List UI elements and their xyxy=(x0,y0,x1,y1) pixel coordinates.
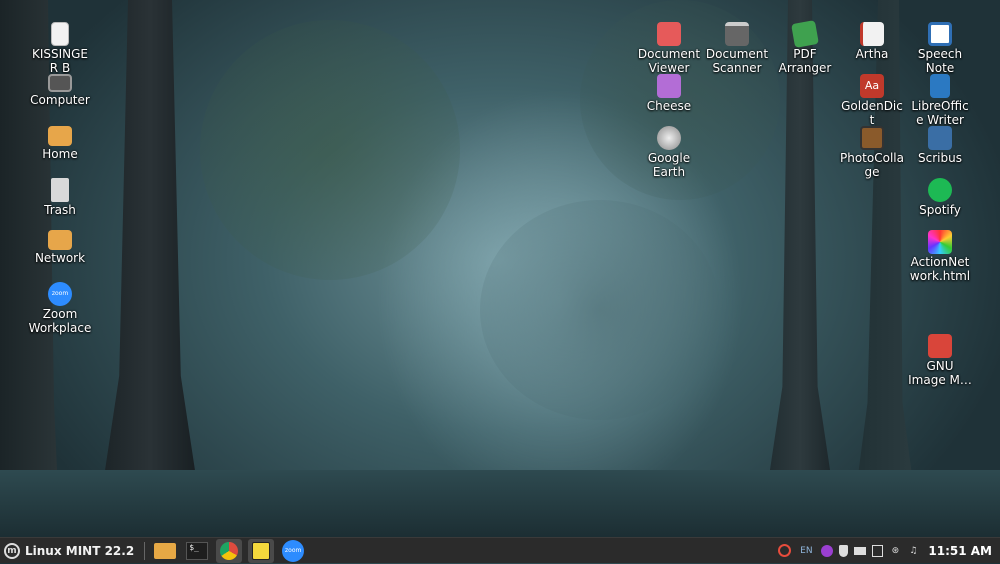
desktop-icon-label: Cheese xyxy=(646,99,692,113)
files-launcher[interactable] xyxy=(152,539,178,563)
document-viewer-icon xyxy=(657,22,681,46)
desktop: KISSINGER B Computer Home Trash Network … xyxy=(0,0,1000,537)
desktop-icon-label: Google Earth xyxy=(647,151,691,179)
desktop-icon-label: GoldenDict xyxy=(841,99,903,127)
desktop-icon-actionnetwork[interactable]: ActionNetwork.html xyxy=(908,230,972,283)
scribus-icon xyxy=(928,126,952,150)
desktop-icon-label: Zoom Workplace xyxy=(28,307,92,335)
system-tray: EN ⊛ ♫ 11:51 AM xyxy=(775,538,1000,564)
desktop-icon-libreoffice-writer[interactable]: LibreOffice Writer xyxy=(908,74,972,127)
gimp-icon xyxy=(928,334,952,358)
desktop-icon-label: Document Viewer xyxy=(637,47,701,75)
taskbar: m Linux MINT 22.2 $_ zoom EN ⊛ ♫ 11:51 A… xyxy=(0,537,1000,563)
desktop-icon-google-earth[interactable]: Google Earth xyxy=(637,126,701,179)
writer-icon xyxy=(930,74,950,98)
desktop-icon-label: ActionNetwork.html xyxy=(909,255,971,283)
start-menu-label: Linux MINT 22.2 xyxy=(25,543,135,558)
chrome-icon xyxy=(220,541,239,560)
clock[interactable]: 11:51 AM xyxy=(928,544,992,558)
sound-icon[interactable]: ♫ xyxy=(907,545,919,557)
desktop-icon-label: PDF Arranger xyxy=(778,47,832,75)
app-indicator-icon[interactable] xyxy=(821,544,834,557)
printer-icon[interactable] xyxy=(854,546,867,555)
scanner-icon xyxy=(725,22,749,46)
dictionary-icon: Aa xyxy=(860,74,884,98)
keyboard-layout-indicator[interactable]: EN xyxy=(797,545,815,557)
network-folder-icon xyxy=(48,230,72,250)
desktop-icon-label: Computer xyxy=(30,93,90,107)
terminal-icon: $_ xyxy=(186,541,209,560)
desktop-icon-label: KISSINGER B xyxy=(31,47,89,75)
desktop-icon-label: Scribus xyxy=(918,151,962,165)
desktop-icon-trash[interactable]: Trash xyxy=(28,178,92,217)
desktop-icon-label: LibreOffice Writer xyxy=(911,99,969,127)
zoom-icon: zoom xyxy=(48,282,72,306)
files-icon xyxy=(154,542,177,559)
cypress-trunk-left xyxy=(95,0,205,537)
desktop-icon-photocollage[interactable]: PhotoCollage xyxy=(840,126,904,179)
chrome-launcher[interactable] xyxy=(216,538,243,563)
desktop-icon-kissinger[interactable]: KISSINGER B xyxy=(28,22,92,75)
moss-cluster xyxy=(200,20,460,280)
desktop-icon-goldendict[interactable]: Aa GoldenDict xyxy=(840,74,904,127)
desktop-icon-document-scanner[interactable]: Document Scanner xyxy=(705,22,769,75)
desktop-icon-scribus[interactable]: Scribus xyxy=(908,126,972,165)
moss-cluster xyxy=(480,200,720,420)
linux-mint-logo-icon: m xyxy=(4,542,20,559)
book-icon xyxy=(860,22,884,46)
wifi-icon[interactable]: ⊛ xyxy=(889,545,901,557)
desktop-icon-document-viewer[interactable]: Document Viewer xyxy=(637,22,701,75)
desktop-icon-label: Network xyxy=(34,251,86,265)
html-file-icon xyxy=(928,230,952,254)
desktop-icon-label: Document Scanner xyxy=(705,47,769,75)
trash-icon xyxy=(51,178,69,202)
update-manager-icon[interactable] xyxy=(872,544,884,557)
desktop-icon-zoom-workplace[interactable]: zoom Zoom Workplace xyxy=(28,282,92,335)
desktop-icon-pdf-arranger[interactable]: PDF Arranger xyxy=(773,20,837,75)
terminal-launcher[interactable]: $_ xyxy=(184,539,210,563)
sticky-notes-launcher[interactable] xyxy=(248,538,275,563)
desktop-icon-cheese[interactable]: Cheese xyxy=(637,74,701,113)
desktop-icon-label: Home xyxy=(42,147,78,161)
speech-note-icon xyxy=(928,22,952,46)
desktop-icon-home[interactable]: Home xyxy=(28,126,92,161)
desktop-icon-label: Trash xyxy=(44,203,76,217)
document-icon xyxy=(51,22,69,46)
computer-icon xyxy=(48,74,72,92)
desktop-icon-artha[interactable]: Artha xyxy=(840,22,904,61)
start-menu-button[interactable]: m Linux MINT 22.2 xyxy=(0,538,140,564)
cheese-icon xyxy=(657,74,681,98)
desktop-icon-label: GNU Image M… xyxy=(908,359,972,387)
zoom-icon: zoom xyxy=(282,539,305,562)
desktop-icon-network[interactable]: Network xyxy=(28,230,92,265)
desktop-icon-label: Artha xyxy=(855,47,889,61)
google-earth-icon xyxy=(657,126,681,150)
spotify-icon xyxy=(928,178,952,202)
desktop-icon-label: Spotify xyxy=(919,203,961,217)
desktop-icon-speech-note[interactable]: Speech Note xyxy=(908,22,972,75)
sticky-notes-icon xyxy=(252,541,271,560)
desktop-icon-spotify[interactable]: Spotify xyxy=(908,178,972,217)
pdf-arranger-icon xyxy=(791,20,819,48)
home-folder-icon xyxy=(48,126,72,146)
desktop-icon-computer[interactable]: Computer xyxy=(28,74,92,107)
desktop-icon-label: Speech Note xyxy=(917,47,963,75)
desktop-icon-label: PhotoCollage xyxy=(840,151,904,179)
photo-collage-icon xyxy=(860,126,884,150)
desktop-icon-gimp[interactable]: GNU Image M… xyxy=(908,334,972,387)
swamp-water xyxy=(0,470,1000,537)
taskbar-separator xyxy=(144,541,146,560)
timer-icon[interactable] xyxy=(778,544,792,557)
zoom-launcher[interactable]: zoom xyxy=(280,539,306,563)
shield-icon[interactable] xyxy=(839,544,849,557)
